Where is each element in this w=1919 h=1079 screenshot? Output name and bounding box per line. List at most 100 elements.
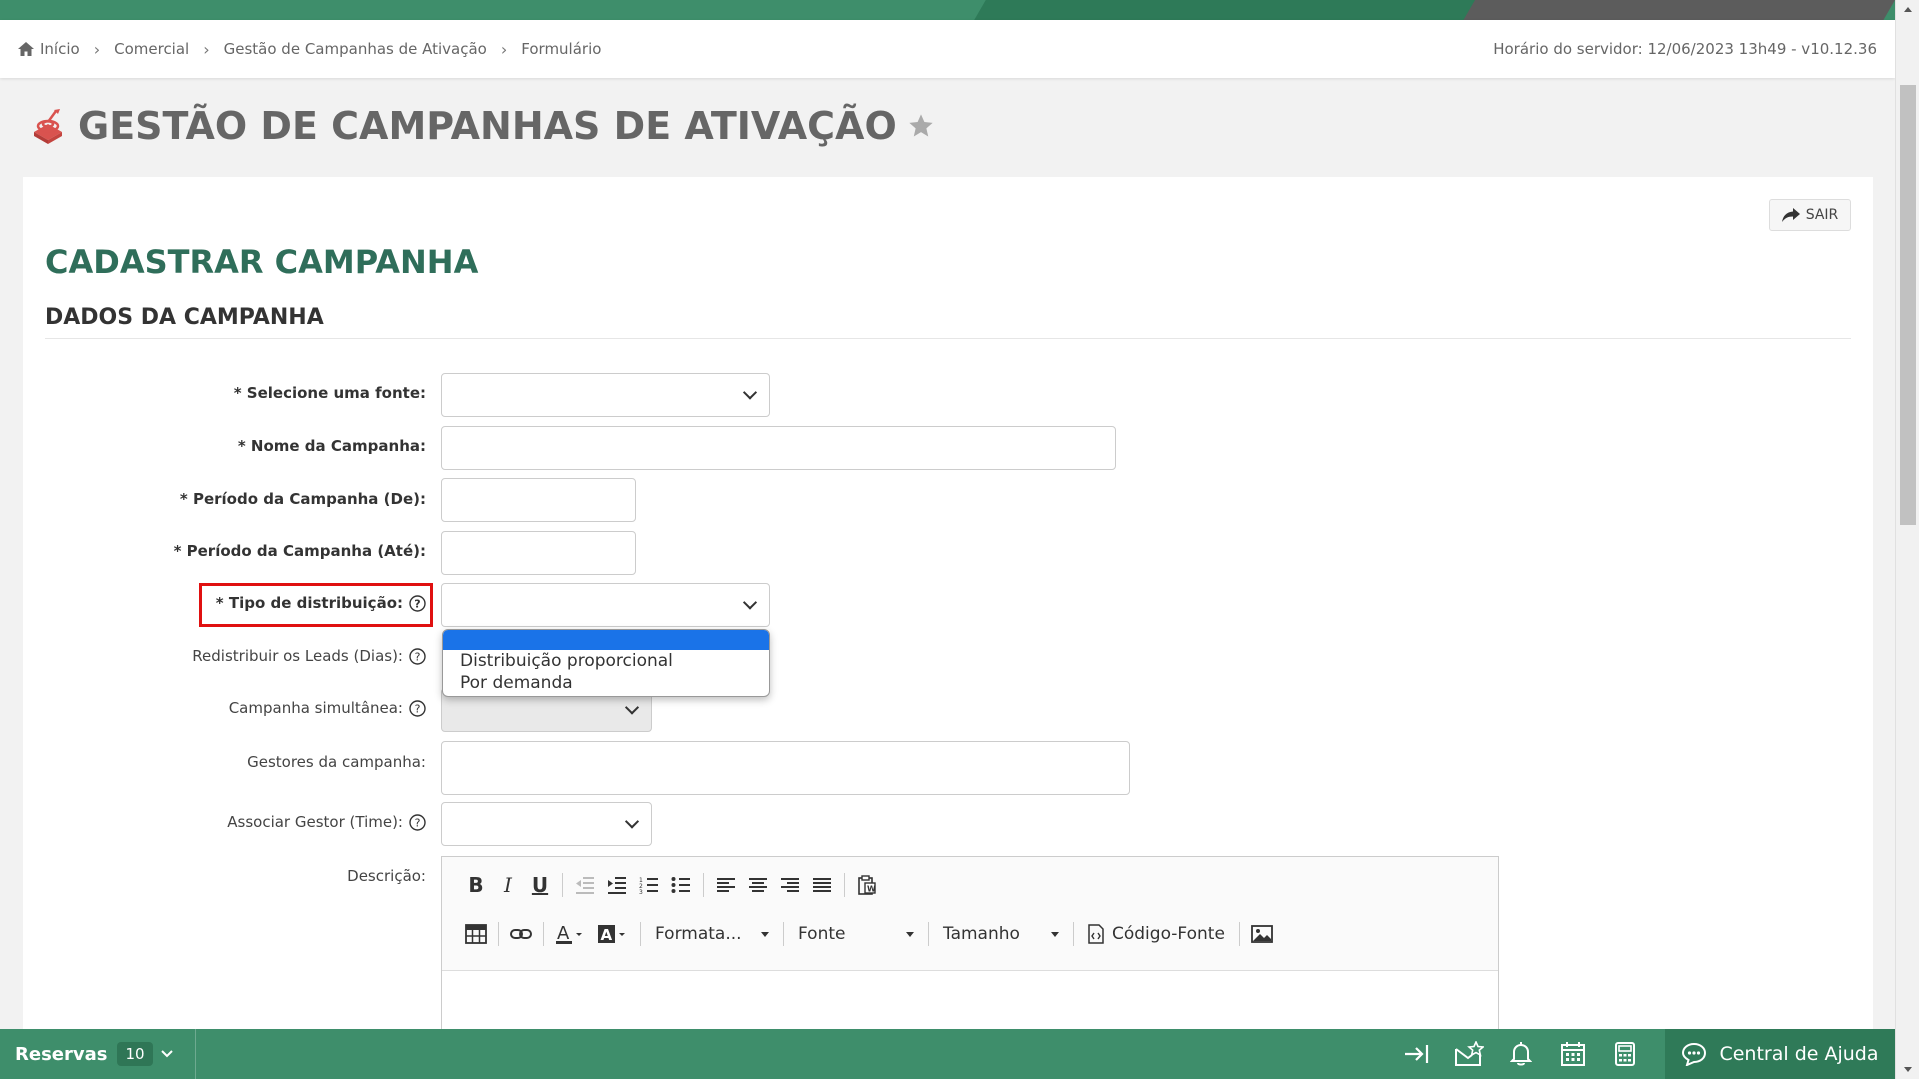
dropdown-option-empty[interactable] [443, 630, 769, 650]
toolbar-separator [498, 922, 499, 946]
toolbar-separator [1073, 922, 1074, 946]
periodo-ate-input[interactable] [441, 531, 636, 575]
chevron-down-icon [160, 1050, 173, 1058]
mail-star-icon[interactable] [1443, 1029, 1495, 1079]
description-editor: B I U 123 W A A Formata... Fonte Tamanho… [441, 856, 1499, 1037]
campaign-target-icon [34, 109, 62, 144]
source-code-label: Código-Fonte [1112, 924, 1225, 944]
editor-toolbar-row-1: B I U 123 W [460, 869, 883, 901]
bottom-bar: Reservas 10 Central de Ajuda [0, 1029, 1895, 1079]
table-icon[interactable] [460, 918, 492, 950]
periodo-de-input[interactable] [441, 478, 636, 522]
label-associar-gestor-text: Associar Gestor (Time): [227, 813, 403, 831]
breadcrumb-item-comercial[interactable]: Comercial [114, 40, 189, 58]
size-combo[interactable]: Tamanho [935, 918, 1067, 950]
toolbar-separator [928, 922, 929, 946]
breadcrumb-home[interactable]: Início [18, 40, 80, 58]
exit-button-label: SAIR [1805, 207, 1839, 223]
highlight-annotation-box [199, 583, 433, 627]
favorite-star-icon[interactable] [907, 112, 935, 140]
bottom-bar-actions: Central de Ajuda [1391, 1029, 1895, 1079]
chat-bubble-icon [1682, 1042, 1707, 1066]
label-redistribuir-text: Redistribuir os Leads (Dias): [192, 647, 403, 665]
numbered-list-icon[interactable]: 123 [633, 869, 665, 901]
link-icon[interactable] [505, 918, 537, 950]
align-right-icon[interactable] [774, 869, 806, 901]
fonte-select[interactable] [441, 373, 770, 417]
svg-text:?: ? [415, 816, 421, 829]
chevron-right-icon: › [500, 39, 508, 59]
align-justify-icon[interactable] [806, 869, 838, 901]
toolbar-separator [703, 873, 704, 897]
chevron-right-icon: › [93, 39, 101, 59]
toolbar-separator [783, 922, 784, 946]
scrollbar-thumb[interactable] [1900, 85, 1916, 525]
login-arrow-icon[interactable] [1391, 1029, 1443, 1079]
svg-text:A: A [601, 926, 613, 944]
toolbar-separator [844, 873, 845, 897]
label-simultanea-text: Campanha simultânea: [228, 699, 403, 717]
dropdown-option-proporcional[interactable]: Distribuição proporcional [443, 650, 769, 672]
label-associar-gestor: Associar Gestor (Time): ? [227, 813, 426, 831]
dropdown-option-por-demanda[interactable]: Por demanda [443, 672, 769, 694]
page-title: GESTÃO DE CAMPANHAS DE ATIVAÇÃO [78, 104, 897, 148]
underline-icon[interactable]: U [524, 869, 556, 901]
paste-word-icon[interactable]: W [851, 869, 883, 901]
home-icon [18, 42, 34, 56]
top-color-strip [0, 0, 1919, 20]
label-fonte: * Selecione uma fonte: [233, 384, 426, 402]
source-code-button[interactable]: Código-Fonte [1080, 918, 1233, 950]
format-combo[interactable]: Formata... [647, 918, 777, 950]
outdent-icon[interactable] [569, 869, 601, 901]
section-title: DADOS DA CAMPANHA [45, 305, 324, 330]
toolbar-separator [1238, 922, 1240, 946]
label-periodo-ate: * Período da Campanha (Até): [173, 542, 426, 560]
scroll-up-arrow-icon[interactable] [1896, 0, 1919, 20]
reservas-count-badge: 10 [117, 1042, 153, 1066]
toolbar-separator [640, 922, 641, 946]
svg-text:W: W [867, 885, 876, 894]
caret-down-icon [906, 931, 914, 937]
svg-text:?: ? [415, 702, 421, 715]
gestores-campanha-input[interactable] [441, 741, 1130, 795]
label-redistribuir: Redistribuir os Leads (Dias): ? [192, 647, 426, 665]
label-nome: * Nome da Campanha: [237, 437, 426, 455]
breadcrumb-item-label: Início [40, 40, 80, 58]
background-color-icon[interactable]: A [592, 918, 634, 950]
help-center-button[interactable]: Central de Ajuda [1665, 1029, 1895, 1079]
calculator-icon[interactable] [1599, 1029, 1651, 1079]
font-combo-label: Fonte [798, 924, 846, 944]
top-strip-dark-band [974, 0, 1546, 20]
scroll-down-arrow-icon[interactable] [1896, 1059, 1919, 1079]
bell-icon[interactable] [1495, 1029, 1547, 1079]
exit-button[interactable]: SAIR [1769, 199, 1851, 231]
chevron-right-icon: › [203, 39, 210, 59]
toolbar-separator [543, 922, 544, 946]
italic-icon[interactable]: I [492, 869, 524, 901]
help-question-icon[interactable]: ? [409, 699, 426, 717]
breadcrumb-item-gestao[interactable]: Gestão de Campanhas de Ativação [224, 40, 487, 58]
tipo-distribuicao-select[interactable] [441, 583, 770, 627]
calendar-icon[interactable] [1547, 1029, 1599, 1079]
reservas-toggle[interactable]: Reservas 10 [15, 1042, 173, 1066]
nome-campanha-input[interactable] [441, 426, 1116, 470]
format-combo-label: Formata... [655, 924, 742, 944]
top-strip-grey-band [1463, 0, 1895, 20]
image-icon[interactable] [1246, 918, 1278, 950]
bullet-list-icon[interactable] [665, 869, 697, 901]
indent-icon[interactable] [601, 869, 633, 901]
help-question-icon[interactable]: ? [409, 813, 426, 831]
label-gestores: Gestores da campanha: [247, 753, 426, 771]
text-color-icon[interactable]: A [550, 918, 592, 950]
help-question-icon[interactable]: ? [409, 647, 426, 665]
editor-toolbar: B I U 123 W A A Formata... Fonte Tamanho… [442, 857, 1498, 971]
align-center-icon[interactable] [742, 869, 774, 901]
size-combo-label: Tamanho [943, 924, 1020, 944]
page-scrollbar[interactable] [1895, 0, 1919, 1079]
bold-icon[interactable]: B [460, 869, 492, 901]
align-left-icon[interactable] [710, 869, 742, 901]
font-combo[interactable]: Fonte [790, 918, 922, 950]
label-periodo-de: * Período da Campanha (De): [179, 490, 426, 508]
associar-gestor-select[interactable] [441, 802, 652, 846]
svg-text:A: A [557, 923, 570, 944]
